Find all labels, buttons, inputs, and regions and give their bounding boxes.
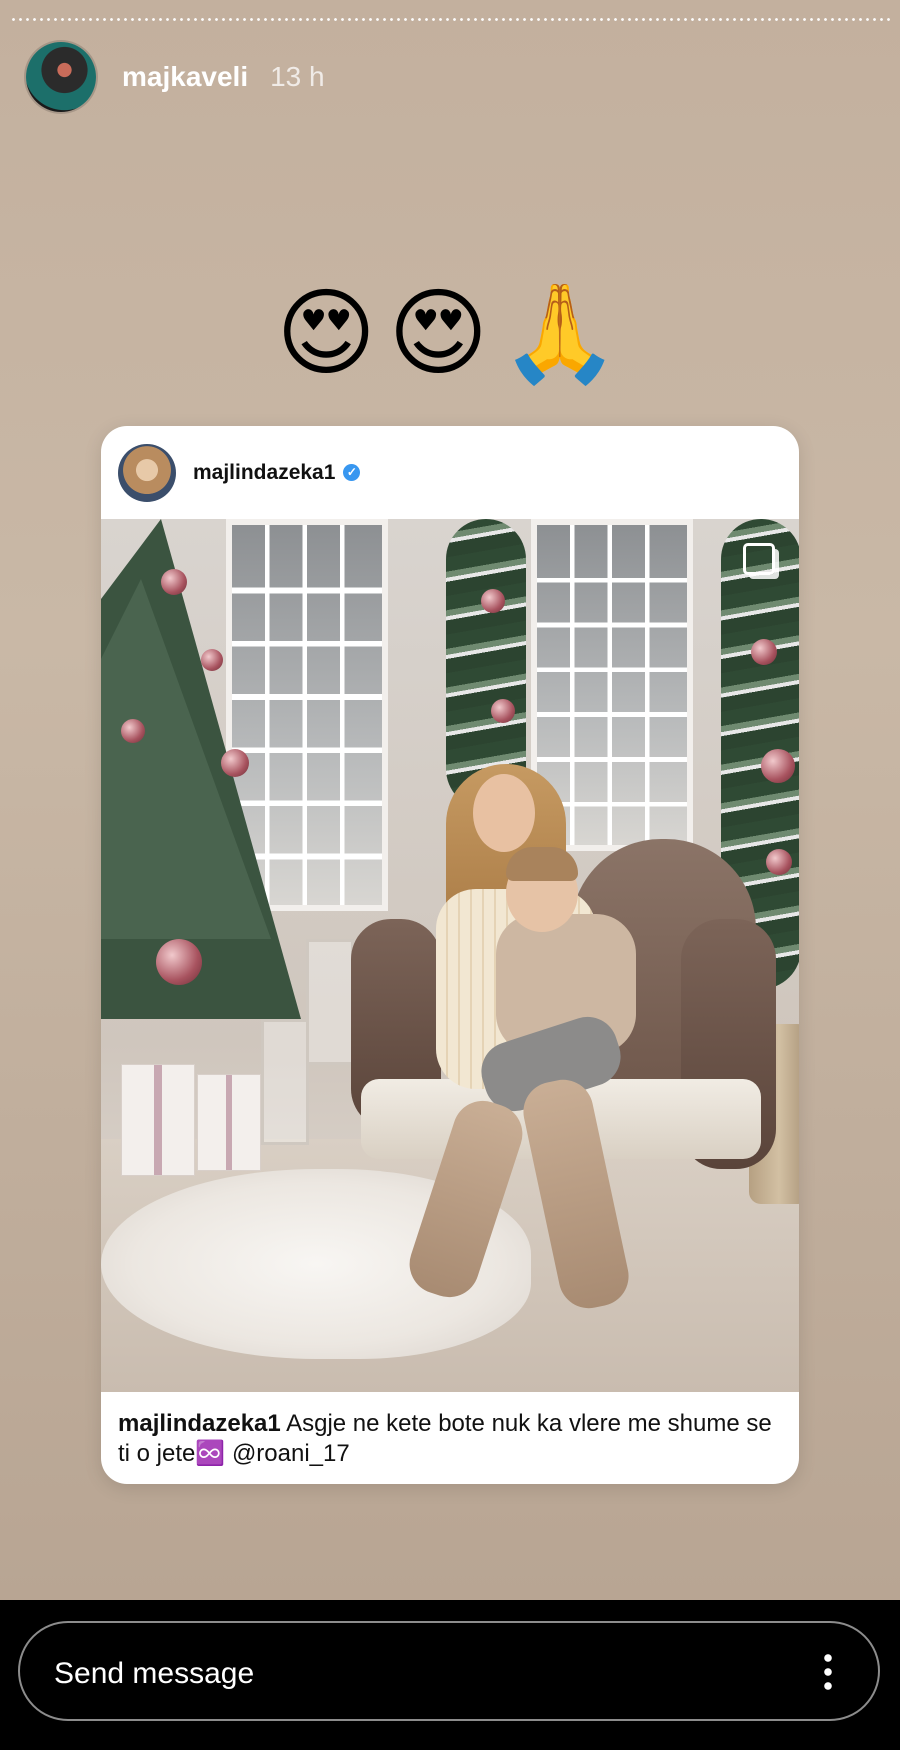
woman-face xyxy=(473,774,535,852)
shared-post-image[interactable] xyxy=(101,519,799,1392)
emoji-sticker-row: 😍😍🙏 xyxy=(0,278,900,388)
gift-box xyxy=(121,1064,195,1176)
shared-post-avatar[interactable] xyxy=(118,443,176,502)
more-vertical-icon[interactable] xyxy=(824,1651,832,1695)
story-username[interactable]: majkaveli xyxy=(122,61,248,93)
profile-avatar[interactable] xyxy=(26,42,96,112)
lantern xyxy=(306,939,354,1065)
gift-box xyxy=(197,1074,261,1171)
caption-username[interactable]: majlindazeka1 xyxy=(118,1410,281,1437)
heart-eyes-emoji: 😍 xyxy=(388,277,493,389)
shared-post-username[interactable]: majlindazeka1 xyxy=(193,461,335,485)
caption-mention[interactable]: @roani_17 xyxy=(232,1440,350,1467)
heart-eyes-emoji: 😍 xyxy=(276,277,381,389)
shared-post-card[interactable]: majlindazeka1 ✓ majlindazeka1 Asgje ne k… xyxy=(101,426,799,1484)
story-view[interactable]: majkaveli 13 h 😍😍🙏 majlindazeka1 ✓ majli… xyxy=(0,0,900,1600)
send-message-placeholder: Send message xyxy=(54,1657,255,1690)
send-message-input[interactable]: Send message xyxy=(18,1621,880,1721)
boy-hair xyxy=(506,847,578,881)
ornament xyxy=(766,849,792,875)
story-progress-bar xyxy=(10,18,890,21)
ornament xyxy=(751,639,777,665)
ornament xyxy=(761,749,795,783)
verified-badge-icon: ✓ xyxy=(343,464,361,481)
praying-hands-emoji: 🙏 xyxy=(500,277,624,389)
ornament xyxy=(201,649,223,671)
shared-post-header: majlindazeka1 ✓ xyxy=(101,426,799,519)
story-header: majkaveli 13 h xyxy=(26,42,325,112)
ornament xyxy=(481,589,505,613)
carousel-multiple-icon xyxy=(743,543,775,575)
ornament xyxy=(156,939,202,985)
story-time: 13 h xyxy=(270,61,325,92)
shared-post-caption: majlindazeka1 Asgje ne kete bote nuk ka … xyxy=(101,1392,799,1469)
bottom-bar: Send message xyxy=(0,1600,900,1750)
ornament xyxy=(121,719,145,743)
ornament xyxy=(161,569,187,595)
lantern xyxy=(261,1019,309,1145)
ornament xyxy=(491,699,515,723)
christmas-tree xyxy=(101,519,301,1019)
ornament xyxy=(221,749,249,777)
